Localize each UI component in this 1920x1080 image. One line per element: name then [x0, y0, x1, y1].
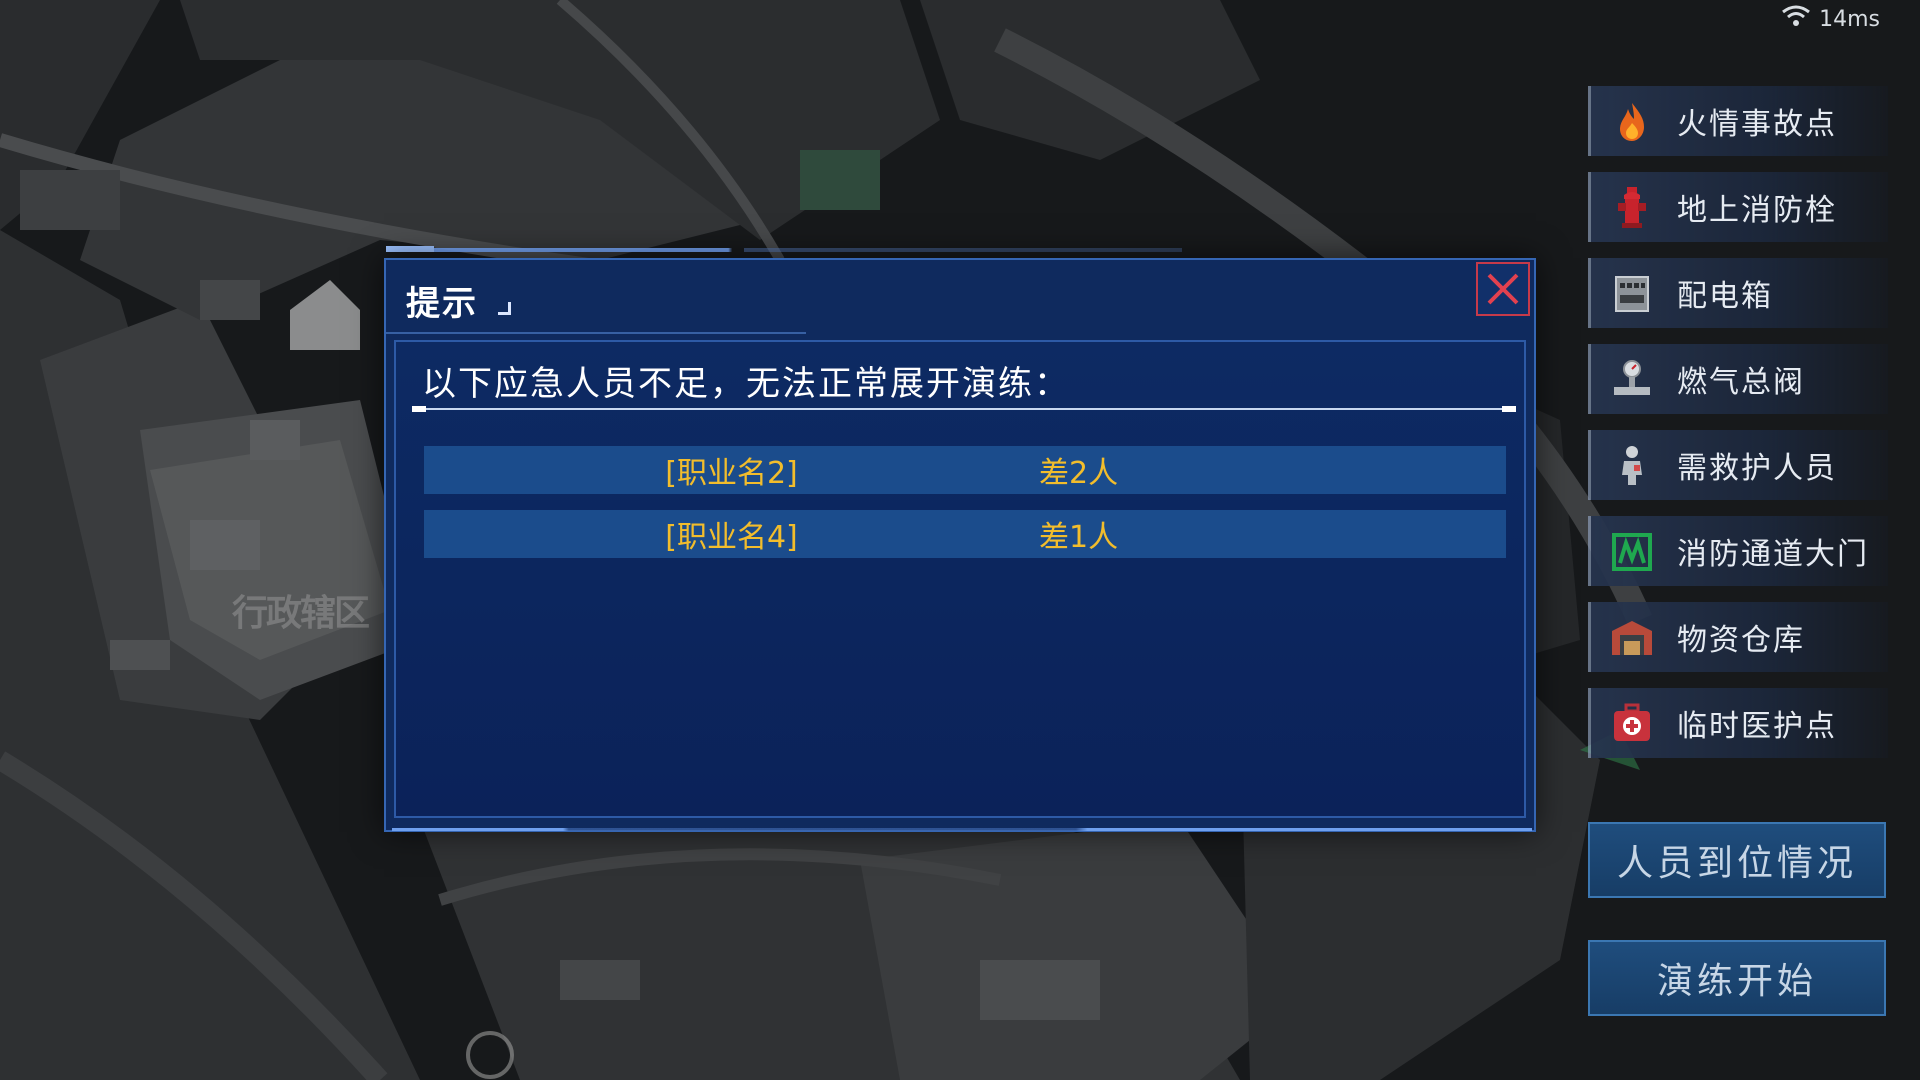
alert-dialog: 提示 以下应急人员不足，无法正常展开演练： [职业名2] 差2人 [职业名4] … — [384, 258, 1536, 832]
warehouse-icon — [1609, 614, 1655, 660]
legend-item-warehouse[interactable]: 物资仓库 — [1588, 602, 1888, 672]
shortage-list: [职业名2] 差2人 [职业名4] 差1人 — [424, 446, 1506, 574]
dialog-header: 提示 — [386, 260, 806, 334]
first-aid-icon — [1609, 700, 1655, 746]
legend-label: 地上消防栓 — [1677, 193, 1837, 228]
dialog-bottom-decoration — [392, 828, 1532, 831]
legend-label: 需救护人员 — [1677, 451, 1837, 486]
role-name: [职业名4] — [665, 520, 798, 555]
close-button[interactable] — [1476, 262, 1530, 316]
close-icon — [1487, 273, 1519, 305]
list-item: [职业名2] 差2人 — [424, 446, 1506, 494]
fire-gate-icon — [1609, 528, 1655, 574]
map-legend: 火情事故点 地上消防栓 配电箱 燃气总阀 需救护人员 消防通道大门 物资仓库 临… — [1588, 86, 1888, 774]
injured-person-icon — [1609, 442, 1655, 488]
gas-valve-icon — [1609, 356, 1655, 402]
power-box-icon — [1609, 270, 1655, 316]
network-status: 14ms — [1781, 4, 1880, 34]
legend-item-injured[interactable]: 需救护人员 — [1588, 430, 1888, 500]
shortage-count: 差1人 — [1039, 520, 1119, 555]
legend-label: 临时医护点 — [1677, 709, 1837, 744]
dialog-body: 以下应急人员不足，无法正常展开演练： [职业名2] 差2人 [职业名4] 差1人 — [394, 340, 1526, 818]
legend-item-gas-valve[interactable]: 燃气总阀 — [1588, 344, 1888, 414]
dialog-message: 以下应急人员不足，无法正常展开演练： — [422, 364, 1070, 404]
personnel-status-button[interactable]: 人员到位情况 — [1588, 822, 1886, 898]
start-drill-button[interactable]: 演练开始 — [1588, 940, 1886, 1016]
legend-item-power-box[interactable]: 配电箱 — [1588, 258, 1888, 328]
legend-item-fire[interactable]: 火情事故点 — [1588, 86, 1888, 156]
dialog-title: 提示 — [406, 284, 478, 324]
wifi-icon — [1781, 4, 1811, 34]
legend-label: 火情事故点 — [1677, 107, 1837, 142]
legend-item-fire-gate[interactable]: 消防通道大门 — [1588, 516, 1888, 586]
legend-item-hydrant[interactable]: 地上消防栓 — [1588, 172, 1888, 242]
legend-label: 配电箱 — [1677, 279, 1773, 314]
title-corner-mark — [498, 302, 511, 315]
dialog-top-decoration — [386, 246, 1182, 252]
hydrant-icon — [1609, 184, 1655, 230]
fire-icon — [1609, 98, 1655, 144]
legend-label: 燃气总阀 — [1677, 365, 1805, 400]
legend-item-first-aid[interactable]: 临时医护点 — [1588, 688, 1888, 758]
message-divider — [412, 406, 1516, 412]
latency-text: 14ms — [1819, 6, 1880, 32]
shortage-count: 差2人 — [1039, 456, 1119, 491]
legend-label: 物资仓库 — [1677, 623, 1805, 658]
legend-label: 消防通道大门 — [1677, 537, 1869, 572]
map-area-label: 行政辖区 — [232, 593, 370, 634]
role-name: [职业名2] — [665, 456, 798, 491]
list-item: [职业名4] 差1人 — [424, 510, 1506, 558]
